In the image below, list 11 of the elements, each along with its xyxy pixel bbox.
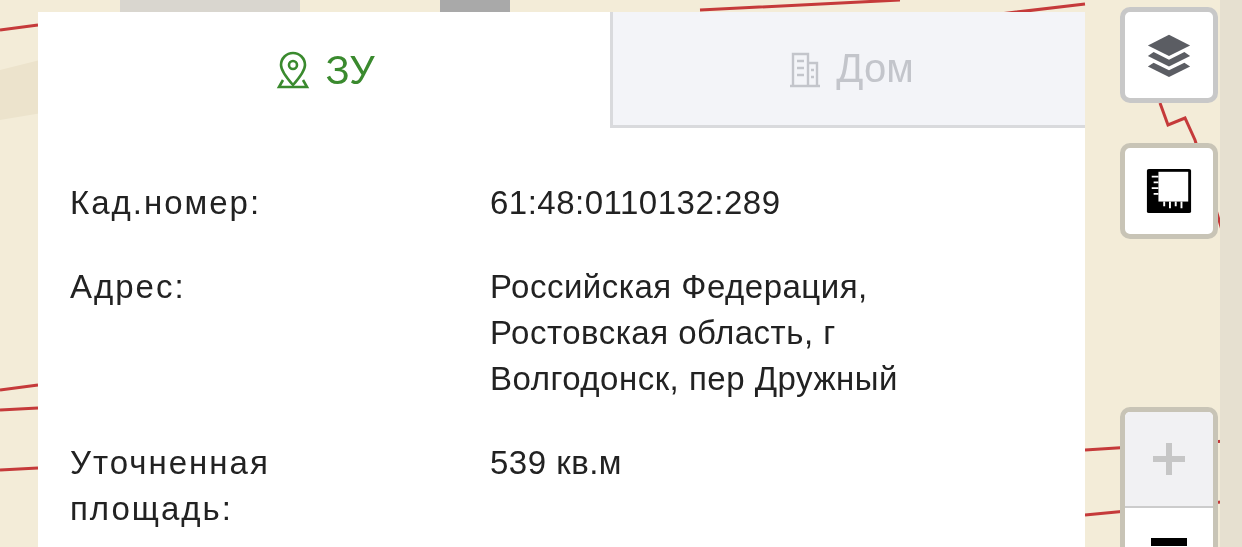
ruler-icon	[1145, 167, 1193, 215]
layers-button[interactable]	[1120, 7, 1218, 103]
field-label: Адрес:	[70, 267, 187, 307]
field-label: Уточненная площадь:	[70, 443, 271, 529]
minus-icon	[1151, 538, 1187, 546]
field-label: Кад.номер:	[70, 183, 263, 223]
field-value: 539 кв.м	[490, 443, 624, 483]
plus-icon	[1151, 441, 1187, 477]
field-value: 61:48:0110132:289	[490, 183, 782, 223]
field-value: Российская Федерация, Ростовская область, г Волгодонск, пер Дружный	[490, 267, 899, 399]
ruler-button[interactable]	[1120, 143, 1218, 239]
